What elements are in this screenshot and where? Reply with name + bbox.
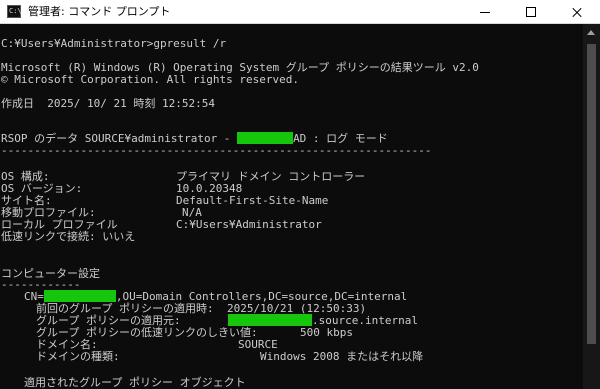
scroll-up-button[interactable] xyxy=(583,24,600,41)
vertical-scrollbar[interactable] xyxy=(583,24,600,389)
command-prompt-icon: C:\ xyxy=(7,5,22,18)
redacted-server-name xyxy=(228,314,312,326)
domain-type-value: Windows 2008 またはそれ以降 xyxy=(260,350,424,363)
console-output[interactable]: C:¥Users¥Administrator>gpresult /r Micro… xyxy=(0,24,583,389)
prompt-line: C:¥Users¥Administrator>gpresult /r xyxy=(1,37,227,50)
applied-gpo-title: 適用されたグループ ポリシー オブジェクト xyxy=(24,376,246,389)
title-bar[interactable]: C:\ 管理者: コマンド プロンプト xyxy=(0,0,600,24)
minimize-button[interactable] xyxy=(462,0,508,24)
redacted-dc-name xyxy=(43,290,116,302)
maximize-icon xyxy=(526,7,536,17)
close-icon xyxy=(571,6,583,18)
created-line: 作成日 2025/ 10/ 21 時刻 12:52:54 xyxy=(1,97,215,110)
slow-threshold-value: 500 kbps xyxy=(300,326,353,339)
window-title: 管理者: コマンド プロンプト xyxy=(28,5,171,18)
rsop-separator: ----------------------------------------… xyxy=(1,144,432,157)
domain-type-label: ドメインの種類: xyxy=(36,350,120,363)
local-profile-value: C:¥Users¥Administrator xyxy=(176,218,322,231)
scroll-thumb[interactable] xyxy=(587,44,596,344)
maximize-button[interactable] xyxy=(508,0,554,24)
slow-link-line: 低速リンクで接続: いいえ xyxy=(1,230,136,243)
close-button[interactable] xyxy=(554,0,600,24)
minimize-icon xyxy=(480,12,490,13)
copyright-line: © Microsoft Corporation. All rights rese… xyxy=(1,73,300,86)
command-prompt-window: C:\ 管理者: コマンド プロンプト C:¥Users¥Administrat… xyxy=(0,0,600,389)
redacted-computer-name xyxy=(237,132,294,144)
chevron-up-icon xyxy=(587,30,595,35)
